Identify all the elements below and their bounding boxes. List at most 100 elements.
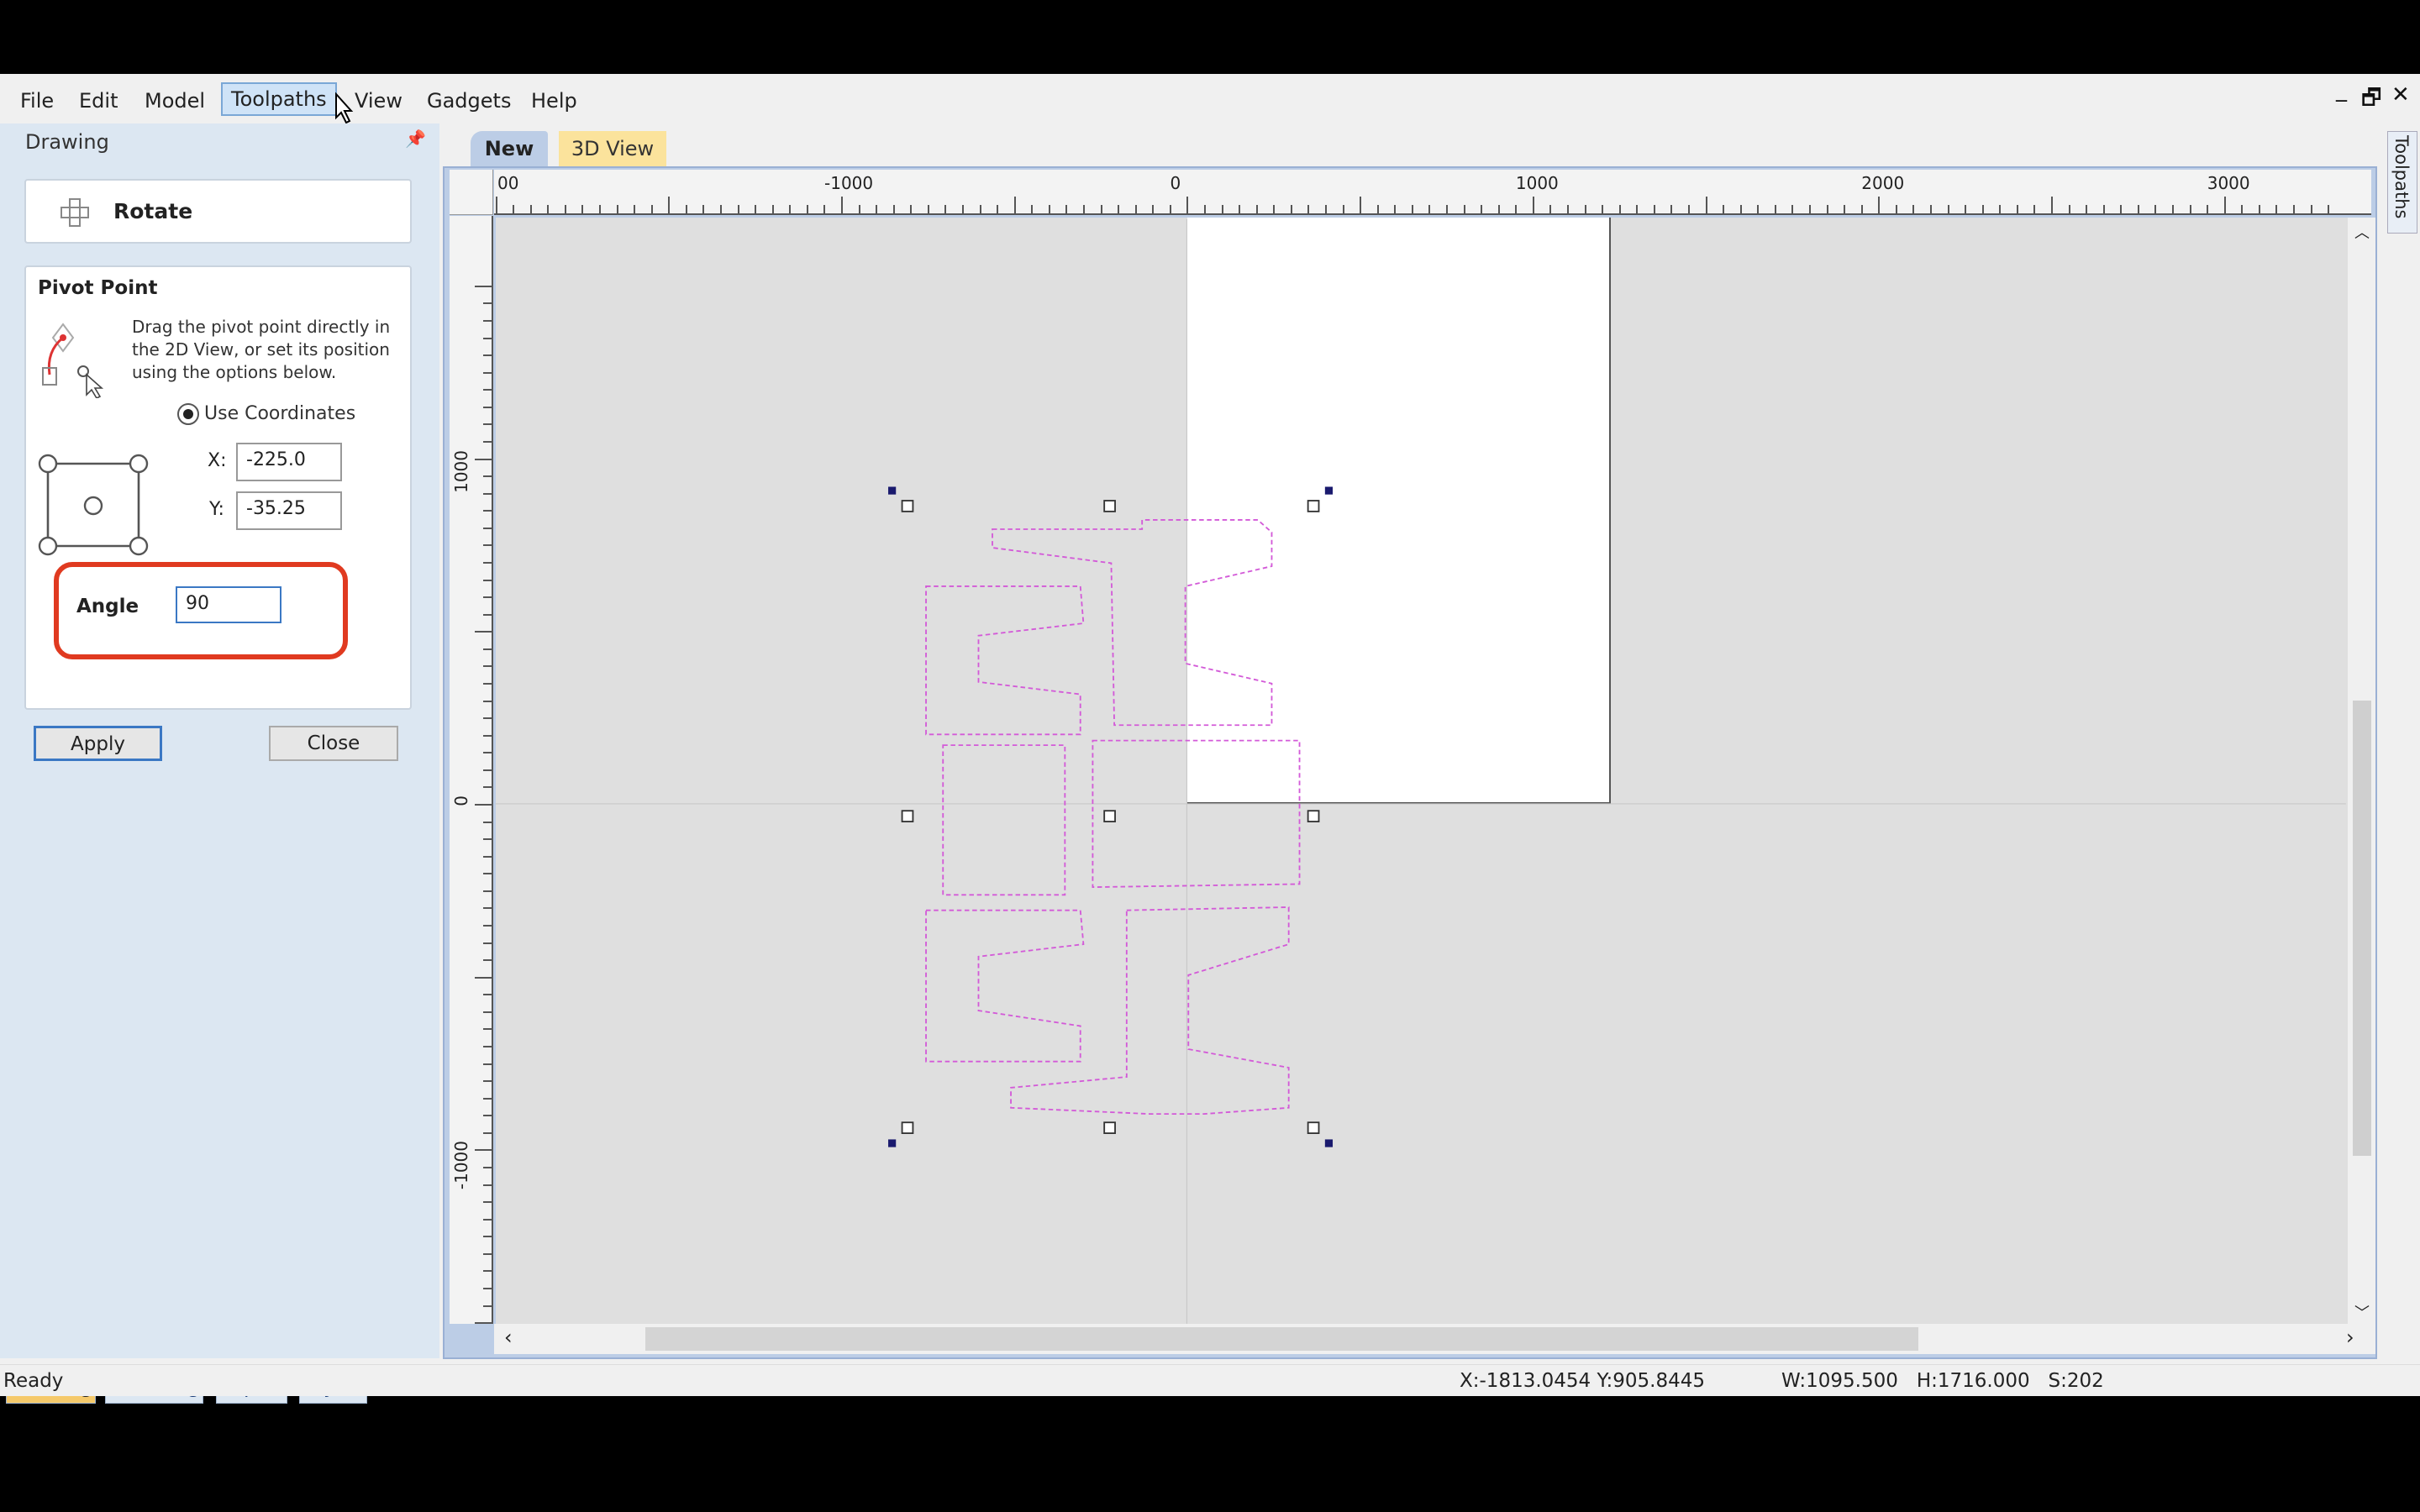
- ruler-tick: [1325, 205, 1328, 213]
- ruler-tick: [616, 205, 618, 213]
- ruler-tick: [2016, 205, 2018, 213]
- ruler-tick: [2328, 205, 2330, 213]
- ruler-tick: [483, 389, 492, 391]
- close-button[interactable]: Close: [269, 726, 398, 761]
- pivot-position-selector[interactable]: [34, 450, 152, 559]
- ruler-tick: [1134, 205, 1137, 213]
- ruler-corner: [450, 170, 493, 215]
- ruler-tick: [2189, 205, 2191, 213]
- rotate-tool-card: Rotate: [24, 179, 412, 244]
- ruler-tick: [483, 423, 492, 426]
- ruler-tick: [2154, 205, 2157, 213]
- canvas-area[interactable]: [496, 218, 2348, 1324]
- ruler-tick: [2102, 205, 2105, 213]
- pivot-point-card: Pivot Point Drag the pivot point directl…: [24, 265, 412, 710]
- ruler-tick: [1152, 205, 1155, 213]
- ruler-tick: [1774, 205, 1776, 213]
- ruler-tick: [1446, 205, 1449, 213]
- ruler-tick: [1411, 205, 1413, 213]
- scroll-left-icon[interactable]: ‹: [504, 1326, 513, 1349]
- ruler-tick: [475, 803, 492, 806]
- ruler-tick: [483, 1287, 492, 1289]
- panel-title: Drawing: [25, 130, 109, 154]
- 2d-view: 00 -1000 0 1000 2000 3000 1000 0 -1000 ︿ ﹀ ‹ ›: [443, 166, 2377, 1359]
- menu-gadgets[interactable]: Gadgets: [418, 86, 519, 116]
- tab-3d-view[interactable]: 3D View: [559, 131, 666, 166]
- ruler-tick: [789, 205, 792, 213]
- ruler-tick: [1307, 205, 1310, 213]
- ruler-tick: [1255, 205, 1258, 213]
- ruler-tick: [483, 1252, 492, 1255]
- ruler-tick: [483, 579, 492, 581]
- angle-input[interactable]: 90: [176, 586, 281, 623]
- ruler-tick: [1567, 205, 1570, 213]
- ruler-tick: [1912, 205, 1915, 213]
- ruler-tick: [2293, 205, 2296, 213]
- ruler-tick: [771, 205, 774, 213]
- ruler-tick: [2223, 197, 2226, 213]
- tab-new[interactable]: New: [471, 131, 548, 166]
- ruler-tick: [483, 752, 492, 754]
- scroll-up-icon[interactable]: ︿: [2354, 221, 2370, 243]
- x-label: X:: [208, 450, 227, 471]
- ruler-tick: [2310, 205, 2312, 213]
- use-coordinates-radio[interactable]: [177, 403, 199, 425]
- ruler-tick: [1844, 205, 1846, 213]
- scroll-down-icon[interactable]: ﹀: [2354, 1301, 2370, 1323]
- ruler-tick: [483, 1115, 492, 1117]
- ruler-tick: [483, 1270, 492, 1273]
- status-text: Ready: [3, 1370, 64, 1392]
- ruler-tick: [1705, 197, 1707, 213]
- ruler-tick: [483, 821, 492, 823]
- pivot-x-input[interactable]: -225.0: [236, 443, 342, 481]
- ruler-tick: [1965, 205, 1967, 213]
- ruler-tick: [1031, 205, 1034, 213]
- ruler-tick: [1981, 205, 1984, 213]
- ruler-tick: [650, 205, 653, 213]
- restore-button[interactable]: 🗗: [2361, 82, 2381, 119]
- apply-button[interactable]: Apply: [34, 726, 162, 761]
- ruler-top-label: 0: [1170, 173, 1181, 193]
- ruler-tick: [483, 1097, 492, 1100]
- ruler-tick: [483, 959, 492, 962]
- side-tab-toolpaths[interactable]: Toolpaths: [2387, 131, 2417, 234]
- ruler-tick: [483, 371, 492, 374]
- ruler-tick: [823, 205, 826, 213]
- ruler-tick: [475, 631, 492, 633]
- menu-edit[interactable]: Edit: [71, 86, 126, 116]
- ruler-tick: [876, 205, 878, 213]
- ruler-tick: [1688, 205, 1691, 213]
- minimize-button[interactable]: _: [2336, 77, 2347, 102]
- ruler-top-label: 00: [497, 173, 519, 193]
- ruler-tick: [2258, 205, 2260, 213]
- vertical-scroll-thumb[interactable]: [2353, 701, 2371, 1156]
- ruler-tick: [1221, 205, 1223, 213]
- menu-help[interactable]: Help: [523, 86, 586, 116]
- ruler-tick: [2172, 205, 2175, 213]
- ruler-top-label: 3000: [2207, 173, 2250, 193]
- pivot-y-input[interactable]: -35.25: [236, 491, 342, 530]
- ruler-tick: [475, 976, 492, 979]
- menu-model[interactable]: Model: [136, 86, 213, 116]
- menu-toolpaths[interactable]: Toolpaths: [221, 82, 337, 116]
- ruler-tick: [1394, 205, 1397, 213]
- ruler-tick: [483, 769, 492, 771]
- ruler-tick: [483, 440, 492, 443]
- ruler-tick: [737, 205, 739, 213]
- ruler-tick: [1549, 205, 1552, 213]
- close-window-button[interactable]: ✕: [2391, 82, 2410, 108]
- ruler-tick: [483, 337, 492, 339]
- vertical-scrollbar[interactable]: ︿ ﹀: [2348, 218, 2375, 1324]
- ruler-tick: [2120, 205, 2123, 213]
- horizontal-scrollbar[interactable]: ‹ ›: [494, 1324, 2375, 1354]
- material-sheet: [1187, 218, 1611, 804]
- pin-icon[interactable]: 📌: [405, 129, 426, 149]
- ruler-tick: [1065, 205, 1068, 213]
- scroll-right-icon[interactable]: ›: [2346, 1326, 2354, 1349]
- pivot-drag-illustration-icon: [42, 323, 104, 398]
- ruler-tick: [581, 205, 584, 213]
- menu-file[interactable]: File: [12, 86, 62, 116]
- horizontal-scroll-thumb[interactable]: [645, 1327, 1918, 1351]
- ruler-tick: [892, 205, 895, 213]
- ruler-tick: [1186, 197, 1189, 213]
